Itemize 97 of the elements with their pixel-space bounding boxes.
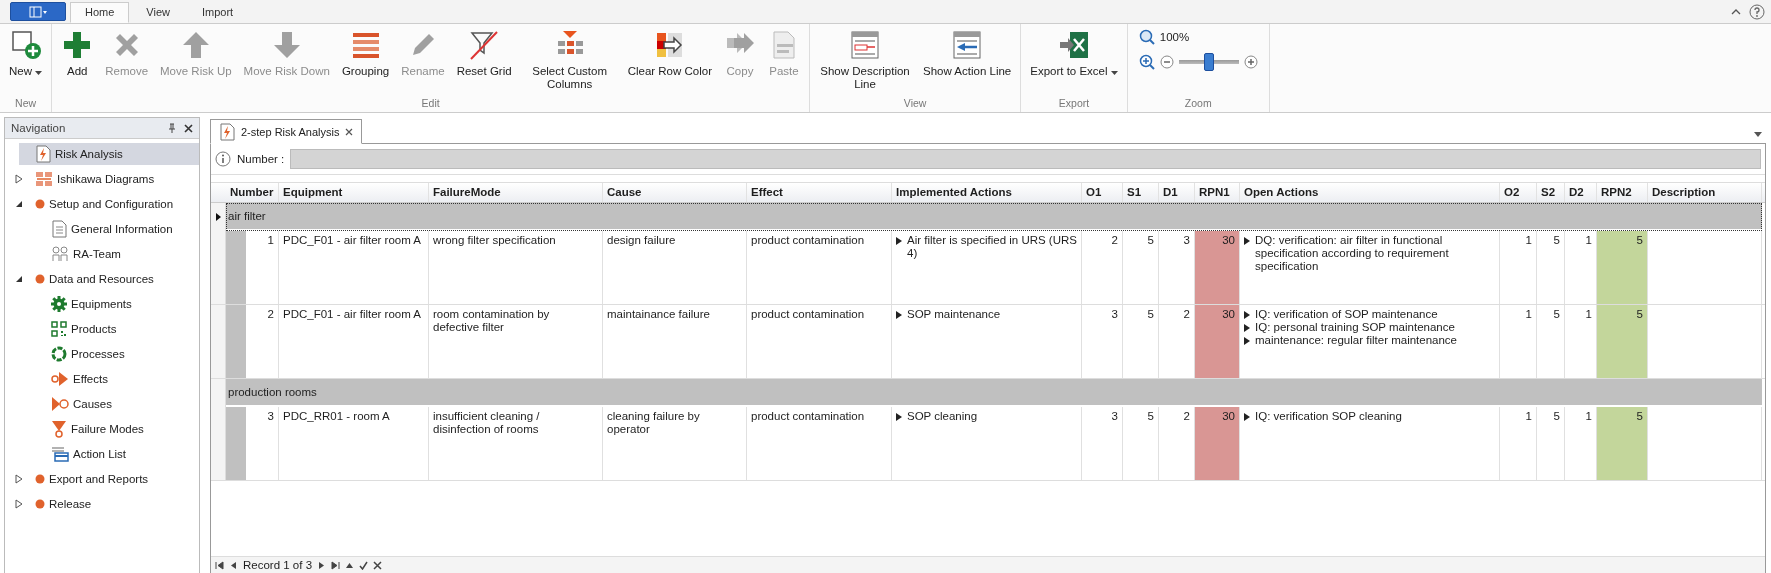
column-header[interactable]: S2 bbox=[1537, 183, 1565, 202]
table-cell: product contamination bbox=[747, 407, 892, 480]
table-cell: 3 bbox=[1082, 305, 1123, 378]
group-row[interactable]: air filter bbox=[226, 203, 1762, 231]
table-cell: 5 bbox=[1537, 231, 1565, 304]
table-cell: 5 bbox=[1123, 231, 1159, 304]
action-text: IQ: personal training SOP maintenance bbox=[1255, 321, 1455, 334]
ribbon-button[interactable]: Export to Excel bbox=[1024, 29, 1124, 78]
action-text: IQ: verification SOP cleaning bbox=[1255, 410, 1402, 423]
nav-item[interactable]: Processes bbox=[19, 343, 199, 365]
column-header[interactable]: O2 bbox=[1500, 183, 1537, 202]
table-cell: 30 bbox=[1195, 407, 1240, 480]
column-header[interactable]: RPN2 bbox=[1597, 183, 1648, 202]
zoom-value: 100% bbox=[1159, 31, 1190, 43]
table-cell: 5 bbox=[1537, 407, 1565, 480]
group-label: Zoom bbox=[1183, 97, 1213, 111]
ribbon-tab[interactable]: Home bbox=[70, 2, 130, 23]
table-cell: product contamination bbox=[747, 231, 892, 304]
table-cell: 5 bbox=[1597, 231, 1648, 304]
column-header[interactable]: D1 bbox=[1159, 183, 1195, 202]
group-label: View bbox=[902, 97, 928, 111]
column-header[interactable]: S1 bbox=[1123, 183, 1159, 202]
table-cell: cleaning failure by operator bbox=[603, 407, 747, 480]
ribbon-tab[interactable]: Import bbox=[187, 2, 249, 23]
record-counter: Record 1 of 3 bbox=[243, 559, 313, 571]
group-label: Export bbox=[1057, 97, 1091, 111]
nav-item[interactable]: Risk Analysis bbox=[19, 143, 199, 165]
table-cell: wrong filter specification bbox=[429, 231, 603, 304]
table-cell: insufficient cleaning / disinfection of rooms bbox=[429, 407, 603, 480]
table-cell: 2 bbox=[1082, 231, 1123, 304]
table-cell: 5 bbox=[1537, 305, 1565, 378]
ribbon-button[interactable]: Grouping bbox=[335, 29, 396, 78]
table-cell: 2 bbox=[246, 305, 279, 378]
ribbon-button[interactable]: Show Action Line bbox=[917, 29, 1018, 78]
table-cell: maintainance failure bbox=[603, 305, 747, 378]
action-text: Air filter is specified in URS (URS 4) bbox=[907, 234, 1077, 260]
nav-item[interactable]: Causes bbox=[19, 393, 199, 415]
column-header[interactable]: Description bbox=[1648, 183, 1762, 202]
ribbon-button[interactable]: Clear Row Color bbox=[621, 29, 718, 78]
ribbon-button[interactable]: Add bbox=[55, 29, 100, 78]
column-header[interactable]: Equipment bbox=[279, 183, 429, 202]
nav-item[interactable]: RA-Team bbox=[19, 243, 199, 265]
nav-item[interactable]: Action List bbox=[19, 443, 199, 465]
table-cell: design failure bbox=[603, 231, 747, 304]
nav-item[interactable]: Effects bbox=[19, 368, 199, 390]
table-cell: 30 bbox=[1195, 231, 1240, 304]
table-cell: 5 bbox=[1597, 305, 1648, 378]
filter-label: Number : bbox=[237, 153, 285, 165]
panel-title: Navigation bbox=[11, 122, 67, 134]
column-header[interactable]: D2 bbox=[1565, 183, 1597, 202]
ribbon-button[interactable]: New bbox=[3, 29, 49, 78]
column-header[interactable]: RPN1 bbox=[1195, 183, 1240, 202]
nav-item[interactable]: Release bbox=[19, 493, 199, 515]
document-tab[interactable]: 2-step Risk Analysis bbox=[210, 119, 363, 144]
group-label: Edit bbox=[420, 97, 441, 111]
nav-item[interactable]: Failure Modes bbox=[19, 418, 199, 440]
table-cell: 5 bbox=[1597, 407, 1648, 480]
table-cell: 30 bbox=[1195, 305, 1240, 378]
group-row[interactable]: production rooms bbox=[226, 379, 1762, 407]
ribbon-button[interactable]: Select Custom Columns bbox=[517, 29, 622, 91]
table-cell: room contamination by defective filter bbox=[429, 305, 603, 378]
nav-item[interactable]: Data and Resources bbox=[19, 268, 199, 290]
table-cell: 1 bbox=[246, 231, 279, 304]
nav-item[interactable]: General Information bbox=[19, 218, 199, 240]
nav-item[interactable]: Products bbox=[19, 318, 199, 340]
column-header[interactable]: Implemented Actions bbox=[892, 183, 1082, 202]
column-header[interactable]: FailureMode bbox=[429, 183, 603, 202]
nav-item[interactable]: Setup and Configuration bbox=[19, 193, 199, 215]
table-cell: PDC_RR01 - room A bbox=[279, 407, 429, 480]
column-header[interactable]: Number bbox=[226, 183, 279, 202]
action-text: SOP cleaning bbox=[907, 410, 978, 423]
column-header[interactable]: Effect bbox=[747, 183, 892, 202]
action-text: IQ: verification of SOP maintenance bbox=[1255, 308, 1438, 321]
table-cell: 5 bbox=[1123, 305, 1159, 378]
nav-item[interactable]: Export and Reports bbox=[19, 468, 199, 490]
column-header[interactable]: Cause bbox=[603, 183, 747, 202]
action-text: DQ: verification: air filter in functional specification according to requirement specification bbox=[1255, 234, 1450, 273]
table-cell: 5 bbox=[1123, 407, 1159, 480]
ribbon-button[interactable]: Reset Grid bbox=[450, 29, 518, 78]
table-cell: 1 bbox=[1500, 231, 1537, 304]
column-header[interactable]: O1 bbox=[1082, 183, 1123, 202]
action-text: maintenance: regular filter maintenance bbox=[1255, 334, 1457, 347]
action-text: SOP maintenance bbox=[907, 308, 1001, 321]
table-cell: 1 bbox=[1500, 305, 1537, 378]
nav-item[interactable]: Equipments bbox=[19, 293, 199, 315]
nav-item[interactable]: Ishikawa Diagrams bbox=[19, 168, 199, 190]
ribbon-button[interactable]: Show Description Line bbox=[813, 29, 917, 91]
table-cell: PDC_F01 - air filter room A bbox=[279, 305, 429, 378]
table-cell: product contamination bbox=[747, 305, 892, 378]
group-label: New bbox=[14, 97, 38, 111]
table-cell: PDC_F01 - air filter room A bbox=[279, 231, 429, 304]
table-cell: 3 bbox=[246, 407, 279, 480]
column-header[interactable]: Open Actions bbox=[1240, 183, 1500, 202]
table-cell: 1 bbox=[1500, 407, 1537, 480]
tab-title: 2-step Risk Analysis bbox=[241, 125, 340, 138]
table-cell: 3 bbox=[1082, 407, 1123, 480]
ribbon-tab[interactable]: View bbox=[131, 2, 185, 23]
